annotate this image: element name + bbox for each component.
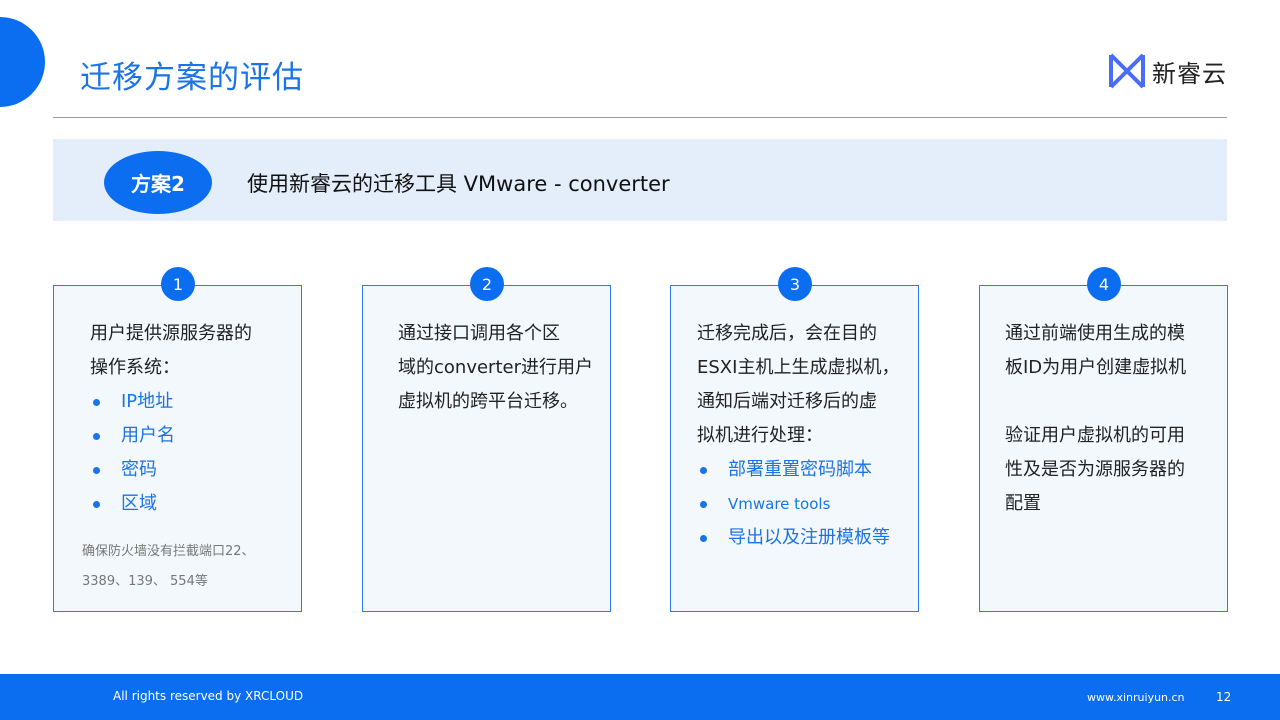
bullet-item: Vmware tools [697, 487, 899, 521]
bullet-item: 部署重置密码脚本 [697, 453, 899, 487]
bullet-dot [93, 398, 100, 406]
text-line: 域的converter进行用户 [398, 357, 593, 378]
brand-logo: 新睿云 [1108, 52, 1227, 90]
bullet-item: 密码 [90, 453, 252, 487]
bullet-item: 区域 [90, 487, 252, 521]
plan-badge: 方案2 [104, 151, 212, 214]
step-card-3-text: 迁移完成后，会在目的 ESXI主机上生成虚拟机， 通知后端对迁移后的虚 拟机进行… [697, 317, 899, 555]
text-line: 配置 [1005, 493, 1041, 514]
bullet-dot [700, 500, 707, 508]
page-title: 迁移方案的评估 [80, 60, 304, 96]
page-number: 12 [1216, 690, 1232, 704]
step-card-2-text: 通过接口调用各个区 域的converter进行用户 虚拟机的跨平台迁移。 [398, 317, 593, 419]
step-number-2: 2 [470, 267, 504, 301]
bullet-dot [93, 500, 100, 508]
text-line: 通知后端对迁移后的虚 [697, 391, 877, 412]
brand-logo-icon [1109, 53, 1145, 89]
text-line: 虚拟机的跨平台迁移。 [398, 391, 578, 412]
step-number-3: 3 [778, 267, 812, 301]
note-line: 3389、139、 554等 [82, 574, 208, 589]
bullet-item: 导出以及注册模板等 [697, 521, 899, 555]
text-line: 性及是否为源服务器的 [1005, 459, 1185, 480]
step-card-4-text: 通过前端使用生成的模 板ID为用户创建虚拟机 验证用户虚拟机的可用 性及是否为源… [1005, 317, 1186, 521]
note-line: 确保防火墙没有拦截端口22、 [82, 544, 255, 559]
step-card-1-note: 确保防火墙没有拦截端口22、 3389、139、 554等 [82, 537, 255, 597]
bullet-dot [700, 534, 707, 542]
bullet-dot [700, 466, 707, 474]
bullet-item: IP地址 [90, 385, 252, 419]
corner-decoration [0, 17, 45, 107]
text-line: 迁移完成后，会在目的 [697, 323, 877, 344]
brand-name: 新睿云 [1152, 59, 1227, 88]
plan-description: 使用新睿云的迁移工具 VMware - converter [247, 172, 670, 196]
text-line: 拟机进行处理： [697, 425, 823, 446]
text-line: ESXI主机上生成虚拟机， [697, 357, 900, 378]
footer-copyright: All rights reserved by XRCLOUD [113, 689, 304, 703]
step-card-1-text: 用户提供源服务器的 操作系统： IP地址 用户名 密码 区域 [90, 317, 252, 521]
text-line: 验证用户虚拟机的可用 [1005, 425, 1185, 446]
title-divider [53, 117, 1227, 118]
step-number-4: 4 [1087, 267, 1121, 301]
bullet-item: 用户名 [90, 419, 252, 453]
text-line: 操作系统： [90, 357, 180, 378]
text-line: 板ID为用户创建虚拟机 [1005, 357, 1187, 378]
bullet-dot [93, 432, 100, 440]
footer-url[interactable]: www.xinruiyun.cn [1087, 691, 1185, 704]
text-line: 通过前端使用生成的模 [1005, 323, 1185, 344]
text-line: 用户提供源服务器的 [90, 323, 252, 344]
step-number-1: 1 [161, 267, 195, 301]
bullet-dot [93, 466, 100, 474]
text-line: 通过接口调用各个区 [398, 323, 560, 344]
